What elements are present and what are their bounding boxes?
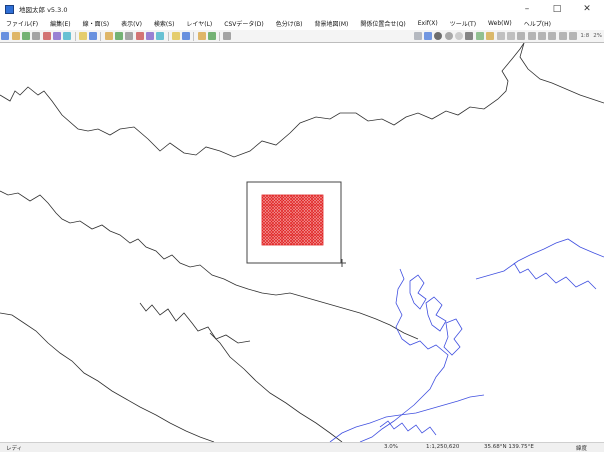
status-ready: レディ <box>6 446 23 452</box>
menu-view[interactable]: 表示(V) <box>115 19 148 28</box>
circle-gray-icon[interactable] <box>444 32 453 40</box>
close-button[interactable]: ✕ <box>572 0 602 18</box>
menu-csv-data[interactable]: CSVデータ(D) <box>218 19 269 28</box>
menu-web[interactable]: Web(W) <box>482 20 518 27</box>
status-scale: 1:1,250,620 <box>426 444 460 450</box>
menu-edit[interactable]: 編集(E) <box>44 19 76 28</box>
menu-file[interactable]: ファイル(F) <box>0 19 44 28</box>
status-coords: 35.68°N 139.75°E <box>484 444 534 450</box>
map-svg[interactable] <box>0 43 604 442</box>
zoom-percent-icon[interactable] <box>558 32 567 40</box>
alert-icon[interactable] <box>223 32 232 40</box>
undo-small-icon[interactable] <box>496 32 505 40</box>
river-outline <box>209 332 343 442</box>
status-bar: レディ 3.0% 1:1,250,620 35.68°N 139.75°E 緯度 <box>0 442 604 452</box>
harbor-south <box>329 394 485 442</box>
open-folder-icon[interactable] <box>11 32 20 40</box>
redo-icon[interactable] <box>89 32 98 40</box>
menu-help[interactable]: ヘルプ(H) <box>518 19 557 28</box>
window-title: 地図太郎 v5.3.0 <box>19 6 68 14</box>
color-icon[interactable] <box>423 32 432 40</box>
camera-icon[interactable] <box>538 32 547 40</box>
close-icon: ✕ <box>583 4 591 14</box>
menu-color-coding[interactable]: 色分け(B) <box>270 19 309 28</box>
frame-icon[interactable] <box>569 32 578 40</box>
app-window: 地図太郎 v5.3.0 – □ ✕ ファイル(F) 編集(E) 線・面(S) 表… <box>0 0 604 452</box>
grid-icon[interactable] <box>63 32 72 40</box>
toolbar: 1:8 2% <box>0 30 604 43</box>
line-icon[interactable] <box>475 32 484 40</box>
coastline-inner <box>139 302 251 344</box>
harbor-main <box>359 268 449 442</box>
harbor-east <box>475 238 604 280</box>
zoom-in-icon[interactable] <box>125 32 134 40</box>
title-bar: 地図太郎 v5.3.0 – □ ✕ <box>0 0 604 18</box>
harbor-pier-3 <box>443 318 463 356</box>
coastline-southwest <box>0 312 215 442</box>
text-icon[interactable] <box>517 32 526 40</box>
minimize-icon: – <box>524 4 530 14</box>
scale-icon[interactable] <box>548 32 557 40</box>
menu-position-align[interactable]: 関係位置合せ(Q) <box>354 19 411 28</box>
menu-bar: ファイル(F) 編集(E) 線・面(S) 表示(V) 検索(S) レイヤ(L) … <box>0 18 604 29</box>
app-icon <box>5 4 14 14</box>
chart-icon[interactable] <box>207 32 216 40</box>
coastline-west-mid <box>0 190 419 340</box>
minimize-button[interactable]: – <box>512 0 542 18</box>
status-latitude-label: 緯度 <box>576 446 588 452</box>
copy-icon[interactable] <box>32 32 41 40</box>
menu-layer[interactable]: レイヤ(L) <box>180 19 218 28</box>
select-icon[interactable] <box>114 32 123 40</box>
new-file-icon[interactable] <box>1 32 10 40</box>
toolbar-separator <box>100 31 102 41</box>
menu-exif[interactable]: Exif(X) <box>412 20 444 27</box>
harbor-lines-group <box>329 238 604 442</box>
harbor-pier-1 <box>409 274 427 310</box>
undo-icon[interactable] <box>78 32 87 40</box>
toolbar-zoom-label: 2% <box>593 33 602 39</box>
toolbar-separator <box>219 31 221 41</box>
harbor-south-piers <box>379 420 437 436</box>
circle-dark-icon[interactable] <box>434 32 443 40</box>
circle-outline-icon[interactable] <box>455 32 464 40</box>
map-canvas[interactable] <box>0 43 604 442</box>
pan-icon[interactable] <box>104 32 113 40</box>
toolbar-separator <box>193 31 195 41</box>
table-icon[interactable] <box>197 32 206 40</box>
harbor-east-inner <box>513 262 597 290</box>
toolbar-separator <box>74 31 76 41</box>
maximize-icon: □ <box>552 4 562 14</box>
menu-line-area[interactable]: 線・面(S) <box>77 19 116 28</box>
selected-area[interactable] <box>261 194 324 246</box>
menu-search[interactable]: 検索(S) <box>148 19 181 28</box>
print-preview-icon[interactable] <box>42 32 51 40</box>
layer-icon[interactable] <box>156 32 165 40</box>
hand-icon[interactable] <box>182 32 191 40</box>
dropdown-icon[interactable] <box>413 32 422 40</box>
harbor-pier-2 <box>425 296 447 332</box>
menu-tools[interactable]: ツール(T) <box>444 19 482 28</box>
export-icon[interactable] <box>527 32 536 40</box>
maximize-button[interactable]: □ <box>542 0 572 18</box>
toolbar-scale-label: 1:8 <box>580 33 590 39</box>
fit-icon[interactable] <box>146 32 155 40</box>
toolbar-separator <box>167 31 169 41</box>
binoculars-icon[interactable] <box>171 32 180 40</box>
redo-small-icon[interactable] <box>506 32 515 40</box>
pen-icon[interactable] <box>465 32 474 40</box>
sphere-icon[interactable] <box>486 32 495 40</box>
zoom-out-icon[interactable] <box>135 32 144 40</box>
menu-background-map[interactable]: 背景地図(M) <box>309 19 355 28</box>
coastline-northeast <box>519 43 604 104</box>
coastline-north <box>0 43 525 158</box>
save-icon[interactable] <box>21 32 30 40</box>
status-zoom: 3.0% <box>384 444 398 450</box>
print-icon[interactable] <box>53 32 62 40</box>
